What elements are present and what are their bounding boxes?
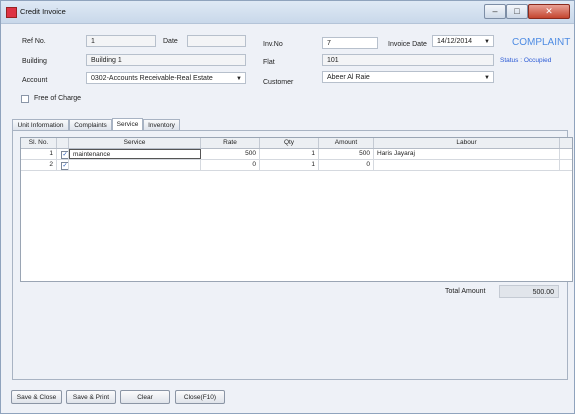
service-cell[interactable]: [69, 160, 201, 170]
amount-cell: 0: [319, 160, 374, 170]
total-amount-value: 500.00: [499, 285, 559, 298]
table-row[interactable]: 1 ✓ maintenance 500 1 500 Haris Jayaraj: [21, 149, 572, 160]
date-field[interactable]: [187, 35, 246, 47]
building-label: Building: [22, 58, 47, 65]
account-value: 0302-Accounts Receivable-Real Estate: [91, 75, 213, 82]
tab-complaints[interactable]: Complaints: [69, 119, 112, 130]
maximize-button[interactable]: □: [506, 4, 528, 19]
customer-value: Abeer Al Raie: [327, 74, 370, 81]
tab-inventory[interactable]: Inventory: [143, 119, 180, 130]
col-amount[interactable]: Amount: [319, 138, 374, 148]
service-cell[interactable]: maintenance: [69, 149, 201, 159]
inv-no-label: Inv.No: [263, 41, 283, 48]
chevron-down-icon: ▼: [484, 75, 490, 81]
window-title: Credit Invoice: [20, 7, 66, 16]
close-window-button[interactable]: ✕: [528, 4, 570, 19]
grid-header: Sl. No. Service Rate Qty Amount Labour: [21, 138, 572, 149]
save-close-button[interactable]: Save & Close: [11, 390, 62, 404]
col-labour[interactable]: Labour: [374, 138, 560, 148]
labour-cell[interactable]: Haris Jayaraj: [374, 149, 560, 159]
col-sl-no[interactable]: Sl. No.: [21, 138, 57, 148]
chevron-down-icon: ▼: [484, 39, 490, 45]
rate-cell[interactable]: 500: [201, 149, 260, 159]
account-dropdown[interactable]: 0302-Accounts Receivable-Real Estate ▼: [86, 72, 246, 84]
save-print-button[interactable]: Save & Print: [66, 390, 116, 404]
account-label: Account: [22, 77, 48, 84]
check-icon[interactable]: ✓: [61, 151, 68, 159]
title-bar: Credit Invoice – □ ✕: [1, 1, 574, 24]
building-field[interactable]: Building 1: [86, 54, 246, 66]
free-of-charge-label: Free of Charge: [34, 95, 82, 102]
sl-no-cell: 1: [21, 149, 57, 159]
total-amount-label: Total Amount: [445, 288, 486, 295]
invoice-date-label: Invoice Date: [388, 41, 427, 48]
complaint-heading: COMPLAINT: [512, 37, 571, 48]
col-qty[interactable]: Qty: [260, 138, 319, 148]
ref-no-field[interactable]: 1: [86, 35, 156, 47]
app-icon: [6, 7, 17, 18]
table-row[interactable]: 2 ✓ 0 1 0: [21, 160, 572, 171]
ref-no-label: Ref No.: [22, 38, 46, 45]
status-text: Status : Occupied: [500, 57, 552, 64]
free-of-charge-checkbox[interactable]: [21, 95, 29, 103]
select-cell[interactable]: ✓: [57, 149, 69, 159]
credit-invoice-window: Credit Invoice – □ ✕ Ref No. 1 Date Buil…: [0, 0, 575, 414]
col-service[interactable]: Service: [69, 138, 201, 148]
select-cell[interactable]: ✓: [57, 160, 69, 170]
amount-cell: 500: [319, 149, 374, 159]
sl-no-cell: 2: [21, 160, 57, 170]
rate-cell[interactable]: 0: [201, 160, 260, 170]
minimize-button[interactable]: –: [484, 4, 506, 19]
col-rate[interactable]: Rate: [201, 138, 260, 148]
service-panel: Sl. No. Service Rate Qty Amount Labour 1…: [12, 130, 573, 380]
customer-dropdown[interactable]: Abeer Al Raie ▼: [322, 71, 494, 83]
clear-button[interactable]: Clear: [120, 390, 170, 404]
check-icon[interactable]: ✓: [61, 162, 68, 170]
chevron-down-icon: ▼: [236, 76, 242, 82]
qty-cell[interactable]: 1: [260, 149, 319, 159]
tab-unit-information[interactable]: Unit Information: [12, 119, 69, 130]
invoice-date-value: 14/12/2014: [437, 38, 473, 45]
inv-no-field[interactable]: 7: [322, 37, 378, 49]
invoice-date-picker[interactable]: 14/12/2014 ▼: [432, 35, 494, 47]
flat-label: Flat: [263, 59, 275, 66]
close-button[interactable]: Close(F10): [175, 390, 225, 404]
labour-cell[interactable]: [374, 160, 560, 170]
tab-service[interactable]: Service: [112, 118, 143, 130]
service-grid: Sl. No. Service Rate Qty Amount Labour 1…: [20, 137, 573, 282]
flat-field[interactable]: 101: [322, 54, 494, 66]
customer-label: Customer: [263, 79, 294, 86]
qty-cell[interactable]: 1: [260, 160, 319, 170]
col-select[interactable]: [57, 138, 69, 148]
date-label: Date: [163, 38, 178, 45]
